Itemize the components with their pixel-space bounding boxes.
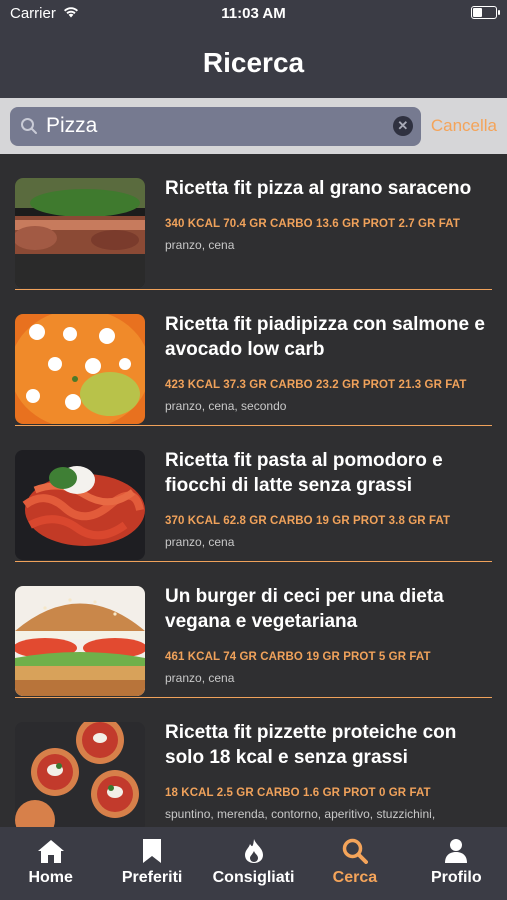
list-item[interactable]: Un burger di ceci per una dieta vegana e… [15,562,492,698]
recipe-tags: pranzo, cena [165,238,235,252]
recipe-macros: 370 KCAL 62.8 GR CARBO 19 GR PROT 3.8 GR… [165,515,451,527]
recipe-title: Ricetta fit pizzette proteiche con solo … [165,722,457,768]
recipe-tags: pranzo, cena, secondo [165,399,287,413]
list-item[interactable]: Ricetta fit pizzette proteiche con solo … [15,698,492,827]
search-input[interactable] [46,114,366,138]
recipe-thumbnail [15,586,145,696]
list-item[interactable]: Ricetta fit pizza al grano saraceno 340 … [15,154,492,290]
clear-search-icon[interactable]: ✕ [392,115,413,136]
recipe-tags: pranzo, cena [165,671,235,685]
page-title: Ricerca [202,47,305,78]
battery-icon [471,6,500,19]
tab-label: Profilo [430,869,482,886]
bookmark-icon [137,837,167,865]
recipe-macros: 340 KCAL 70.4 GR CARBO 13.6 GR PROT 2.7 … [165,218,460,230]
recipe-macros: 461 KCAL 74 GR CARBO 19 GR PROT 5 GR FAT [165,651,431,663]
tab-home[interactable]: Home [0,827,101,900]
recipe-tags: spuntino, merenda, contorno, aperitivo, … [165,807,436,821]
recipe-thumbnail [15,450,145,560]
results-list: Ricetta fit pizza al grano saraceno 340 … [0,154,507,827]
tab-label: Home [28,869,73,886]
navigation-header: Ricerca [0,28,507,98]
recipe-title: Ricetta fit piadipizza con salmone e avo… [165,314,485,360]
recipe-title: Ricetta fit pasta al pomodoro e fiocchi … [165,450,443,496]
search-icon [340,837,370,865]
tab-cerca[interactable]: Cerca [304,827,405,900]
flame-icon [239,837,269,865]
list-item[interactable]: Ricetta fit pasta al pomodoro e fiocchi … [15,426,492,562]
search-field[interactable]: ✕ [10,106,421,146]
list-item[interactable]: Ricetta fit piadipizza con salmone e avo… [15,290,492,426]
tab-profilo[interactable]: Profilo [406,827,507,900]
battery-fill [473,8,482,17]
tab-preferiti[interactable]: Preferiti [101,827,202,900]
recipe-thumbnail [15,314,145,424]
status-bar: Carrier 11:03 AM [0,0,507,28]
search-bar: ✕ Cancella [0,98,507,154]
recipe-macros: 18 KCAL 2.5 GR CARBO 1.6 GR PROT 0 GR FA… [165,787,431,799]
tab-bar: Home Preferiti Consigliati Cerca Profilo [0,827,507,900]
recipe-tags: pranzo, cena [165,535,235,549]
recipe-thumbnail [15,722,145,827]
status-time: 11:03 AM [221,5,286,22]
tab-label: Consigliati [212,869,295,886]
cancel-button[interactable]: Cancella [431,116,497,136]
search-icon [18,115,40,137]
recipe-thumbnail [15,178,145,288]
recipe-title: Ricetta fit pizza al grano saraceno [165,178,472,199]
tab-label: Preferiti [121,869,183,886]
recipe-title: Un burger di ceci per una dieta vegana e… [165,586,444,632]
tab-consigliati[interactable]: Consigliati [203,827,304,900]
home-icon [36,837,66,865]
recipe-macros: 423 KCAL 37.3 GR CARBO 23.2 GR PROT 21.3… [165,379,467,391]
tab-label: Cerca [332,869,378,886]
person-icon [441,837,471,865]
